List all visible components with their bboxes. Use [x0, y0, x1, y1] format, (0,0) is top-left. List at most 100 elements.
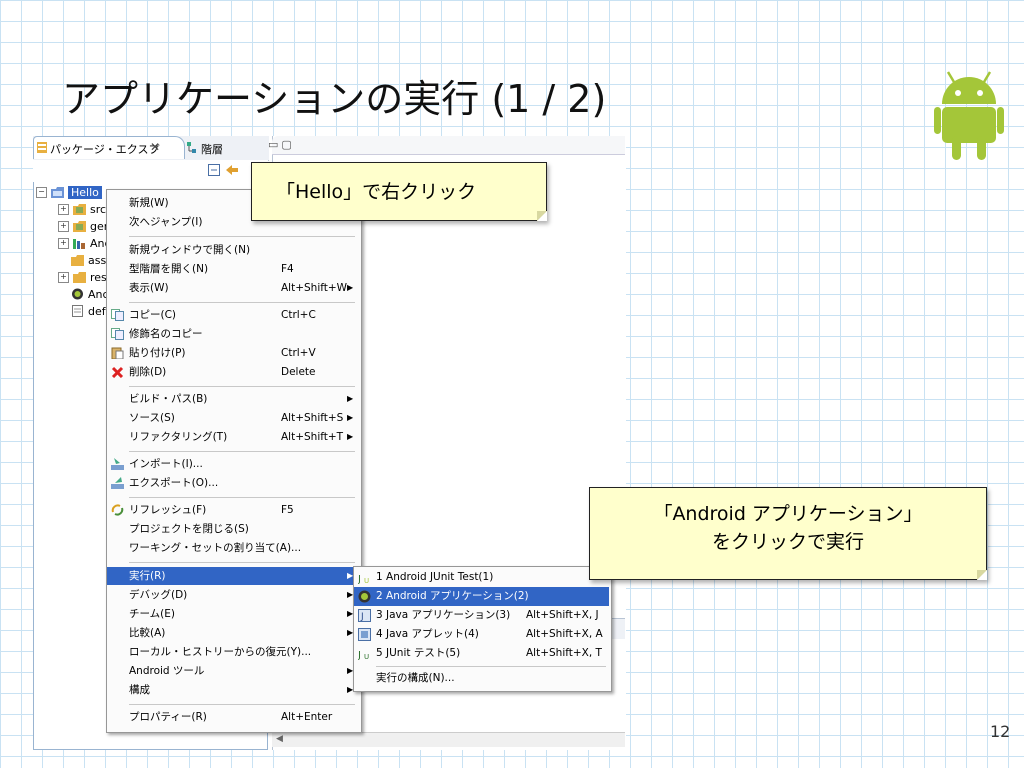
tree-item-label: def	[88, 304, 106, 318]
svg-text:J: J	[358, 650, 361, 660]
expand-icon[interactable]: +	[58, 271, 69, 283]
menu-item-refresh[interactable]: リフレッシュ(F) F5	[107, 501, 359, 519]
menu-item-show-in[interactable]: 表示(W) Alt+Shift+W ▶	[107, 279, 359, 297]
callout-run-android-application: 「Android アプリケーション」 をクリックで実行	[589, 487, 987, 580]
menu-item-team[interactable]: チーム(E) ▶	[107, 605, 359, 623]
menu-separator	[376, 666, 606, 667]
menu-item-label: デバッグ(D)	[129, 589, 188, 601]
menu-item-restore-from-local-history[interactable]: ローカル・ヒストリーからの復元(Y)...	[107, 643, 359, 661]
collapse-all-icon[interactable]	[208, 164, 220, 176]
menu-item-source[interactable]: ソース(S) Alt+Shift+S ▶	[107, 409, 359, 427]
menu-item-android-tools[interactable]: Android ツール ▶	[107, 662, 359, 680]
menu-item-compare-with[interactable]: 比較(A) ▶	[107, 624, 359, 642]
tab-package-explorer-label: パッケージ・エクスプ	[50, 143, 160, 156]
source-folder-icon	[73, 221, 86, 232]
menu-item-paste[interactable]: 貼り付け(P) Ctrl+V	[107, 344, 359, 362]
note-fold	[537, 211, 547, 221]
expand-icon[interactable]: +	[58, 220, 69, 232]
menu-item-export[interactable]: エクスポート(O)...	[107, 474, 359, 492]
submenu-item-run-configurations[interactable]: 実行の構成(N)...	[354, 669, 609, 688]
menu-item-label: リフレッシュ(F)	[129, 504, 207, 516]
menu-item-label: コピー(C)	[129, 309, 177, 321]
menu-item-label: チーム(E)	[129, 608, 176, 620]
submenu-item-label: 4 Java アプレット(4)	[376, 628, 479, 640]
menu-item-open-new-window[interactable]: 新規ウィンドウで開く(N)	[107, 241, 359, 259]
horizontal-scrollbar[interactable]	[272, 732, 625, 747]
submenu-item-label: 実行の構成(N)...	[376, 672, 455, 684]
menu-item-copy[interactable]: コピー(C) Ctrl+C	[107, 306, 359, 324]
menu-item-close-project[interactable]: プロジェクトを閉じる(S)	[107, 520, 359, 538]
menu-item-shortcut: Delete	[281, 366, 316, 378]
expand-icon[interactable]: +	[58, 203, 69, 215]
menu-item-label: 新規ウィンドウで開く(N)	[129, 244, 251, 256]
tab-hierarchy[interactable]: 階層	[201, 141, 223, 157]
java-applet-icon	[358, 628, 371, 641]
svg-text:J: J	[360, 612, 364, 622]
collapse-icon[interactable]: −	[36, 186, 47, 198]
menu-item-label: 表示(W)	[129, 282, 169, 294]
menu-item-label: 型階層を開く(N)	[129, 263, 209, 275]
tree-item-android-library[interactable]: + Anc	[58, 235, 111, 251]
menu-item-label: プロジェクトを閉じる(S)	[129, 523, 249, 535]
submenu-item-junit-test[interactable]: JU 5 JUnit テスト(5) Alt+Shift+X, T	[354, 644, 609, 663]
tab-package-explorer[interactable]: パッケージ・エクスプ ✕	[33, 136, 185, 159]
menu-item-debug-as[interactable]: デバッグ(D) ▶	[107, 586, 359, 604]
menu-item-label: 次へジャンプ(I)	[129, 216, 203, 228]
menu-item-copy-qualified-name[interactable]: 修飾名のコピー	[107, 325, 359, 343]
callout-line-2: をクリックで実行	[711, 531, 864, 553]
menu-item-label: 修飾名のコピー	[129, 328, 203, 340]
tree-item-gen[interactable]: + gen	[58, 218, 111, 234]
close-icon[interactable]: ✕	[150, 140, 160, 154]
link-with-editor-icon[interactable]	[225, 164, 239, 176]
menu-item-delete[interactable]: 削除(D) Delete	[107, 363, 359, 381]
menu-separator	[129, 451, 355, 452]
minimize-maximize-icons[interactable]: ▭▢	[268, 138, 295, 151]
tree-item-android-manifest[interactable]: Anc	[71, 286, 109, 302]
submenu-item-android-junit-test[interactable]: JU 1 Android JUnit Test(1)	[354, 568, 609, 587]
menu-item-import[interactable]: インポート(I)...	[107, 455, 359, 473]
menu-item-shortcut: F5	[281, 504, 294, 516]
tree-item-hello[interactable]: − Hello	[36, 184, 102, 200]
svg-text:U: U	[364, 653, 369, 660]
menu-item-open-type-hierarchy[interactable]: 型階層を開く(N) F4	[107, 260, 359, 278]
menu-item-label: エクスポート(O)...	[129, 477, 219, 489]
tree-item-default-properties[interactable]: def	[71, 303, 106, 319]
submenu-arrow-icon: ▶	[347, 394, 354, 403]
menu-item-configure[interactable]: 構成 ▶	[107, 681, 359, 699]
menu-item-label: リファクタリング(T)	[129, 431, 228, 443]
menu-item-refactor[interactable]: リファクタリング(T) Alt+Shift+T ▶	[107, 428, 359, 446]
callout-text: 「Hello」で右クリック	[276, 181, 477, 203]
submenu-item-java-applet[interactable]: 4 Java アプレット(4) Alt+Shift+X, A	[354, 625, 609, 644]
menu-item-label: ビルド・パス(B)	[129, 393, 208, 405]
tree-item-src[interactable]: + src	[58, 201, 106, 217]
tree-item-label: ass	[88, 253, 107, 267]
tree-item-res[interactable]: + res	[58, 269, 107, 285]
tree-item-assets[interactable]: ass	[71, 252, 106, 268]
menu-item-label: 実行(R)	[129, 570, 166, 582]
menu-separator	[129, 497, 355, 498]
package-explorer-icon	[37, 142, 47, 153]
menu-item-assign-working-sets[interactable]: ワーキング・セットの割り当て(A)...	[107, 539, 359, 557]
menu-item-properties[interactable]: プロパティー(R) Alt+Enter	[107, 708, 359, 726]
submenu-arrow-icon: ▶	[347, 413, 354, 422]
java-application-icon: J	[358, 609, 371, 622]
menu-item-shortcut: Alt+Shift+S	[281, 412, 344, 424]
folder-icon	[73, 272, 86, 283]
menu-item-build-path[interactable]: ビルド・パス(B) ▶	[107, 390, 359, 408]
tree-item-label: src	[90, 202, 107, 216]
editor-tab-strip	[272, 136, 625, 155]
junit-icon: JU	[358, 574, 369, 584]
menu-item-run-as[interactable]: 実行(R) ▶	[107, 567, 359, 585]
submenu-item-shortcut: Alt+Shift+X, T	[526, 647, 602, 659]
callout-right-click-hello: 「Hello」で右クリック	[251, 162, 547, 221]
delete-icon	[111, 366, 124, 378]
menu-item-label: プロパティー(R)	[129, 711, 207, 723]
menu-item-label: 削除(D)	[129, 366, 167, 378]
hierarchy-icon	[187, 142, 196, 153]
menu-separator	[129, 562, 355, 563]
scroll-left-icon[interactable]: ◀	[276, 734, 283, 744]
submenu-item-android-application[interactable]: 2 Android アプリケーション(2)	[354, 587, 609, 606]
submenu-item-java-application[interactable]: J 3 Java アプリケーション(3) Alt+Shift+X, J	[354, 606, 609, 625]
expand-icon[interactable]: +	[58, 237, 69, 249]
copy-icon	[111, 309, 124, 321]
